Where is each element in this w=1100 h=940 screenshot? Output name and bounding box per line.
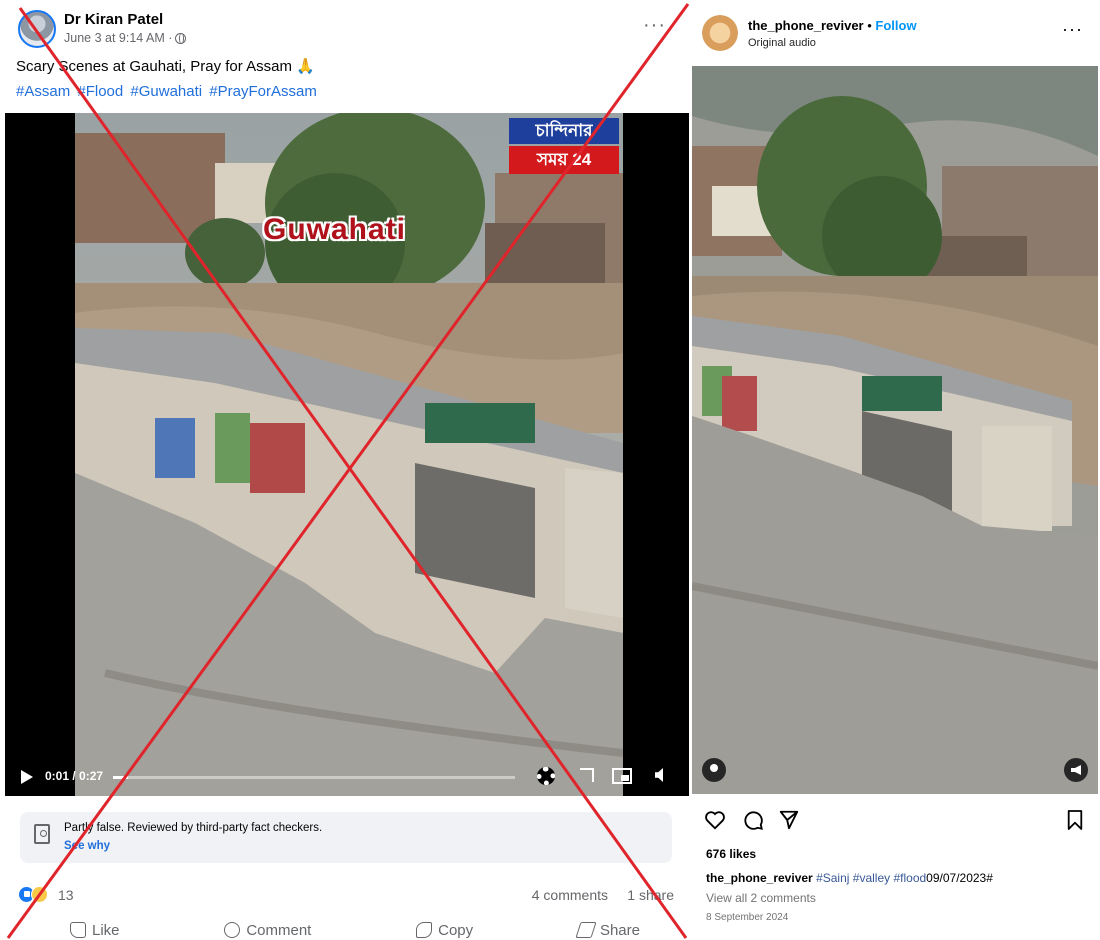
fb-video-frame[interactable]: চান্দিনার সময় 24 Guwahati [75, 113, 623, 796]
picture-in-picture-icon[interactable] [612, 768, 632, 784]
fb-video-player[interactable]: চান্দিনার সময় 24 Guwahati 0:01 / 0:27 [5, 113, 689, 796]
flood-scene-image [692, 66, 1098, 794]
comment-button[interactable]: Comment [184, 918, 341, 940]
ig-post-header: the_phone_reviver • Follow Original audi… [702, 13, 1097, 53]
hashtag-link[interactable]: #Sainj [816, 871, 849, 885]
likes-count[interactable]: 676 likes [706, 847, 756, 861]
share-button[interactable]: Share [538, 918, 670, 940]
comment-bubble-icon [224, 922, 241, 938]
see-why-link[interactable]: See why [64, 840, 110, 852]
video-time: 0:01 / 0:27 [45, 769, 104, 783]
ig-action-bar [704, 809, 1084, 833]
fb-author-name[interactable]: Dr Kiran Patel [64, 11, 163, 28]
bookmark-icon[interactable] [1066, 809, 1084, 831]
follow-button[interactable]: Follow [875, 18, 916, 33]
fb-engagement-stats: 13 4 comments 1 share [18, 884, 678, 906]
share-label: Share [599, 921, 640, 939]
send-icon[interactable] [778, 809, 800, 831]
instagram-post: the_phone_reviver • Follow Original audi… [692, 0, 1100, 940]
shares-count[interactable]: 1 share [627, 887, 674, 903]
comment-label: Comment [246, 921, 312, 939]
copy-button[interactable]: Copy [376, 918, 503, 940]
view-comments-link[interactable]: View all 2 comments [706, 891, 816, 905]
ig-caption: the_phone_reviver #Sainj #valley #flood0… [706, 871, 993, 885]
copy-link-icon [416, 922, 433, 938]
hashtag-link[interactable]: #PrayForAssam [209, 83, 317, 100]
separator-dot: • [867, 18, 872, 33]
sad-reaction-icon [31, 886, 48, 903]
fb-hashtags: #Assam #Flood #Guwahati #PrayForAssam [16, 83, 320, 100]
hashtag-link[interactable]: #Assam [16, 83, 70, 100]
fb-post-caption: Scary Scenes at Gauhati, Pray for Assam … [16, 58, 315, 75]
hashtag-link[interactable]: #valley [853, 871, 890, 885]
ig-author-avatar[interactable] [702, 15, 738, 51]
globe-icon [175, 32, 187, 44]
reactions-count[interactable]: 13 [58, 887, 74, 903]
fb-post-timestamp[interactable]: June 3 at 9:14 AM · [64, 31, 172, 45]
fullscreen-icon[interactable] [580, 768, 594, 782]
hashtag-link[interactable]: #Flood [77, 83, 123, 100]
fact-check-icon [34, 824, 50, 844]
fb-author-avatar[interactable] [18, 10, 56, 48]
fb-post-meta: June 3 at 9:14 AM · [64, 31, 187, 45]
play-icon[interactable] [21, 770, 33, 784]
share-arrow-icon [575, 922, 597, 938]
volume-icon[interactable] [655, 768, 663, 782]
hashtag-link[interactable]: #Guwahati [130, 83, 202, 100]
fact-check-text: Partly false. Reviewed by third-party fa… [64, 822, 323, 834]
thumbs-up-icon [70, 922, 86, 938]
video-progress-fill [113, 776, 128, 779]
badge-top-text: চান্দিনার [509, 118, 619, 144]
settings-gear-icon[interactable] [537, 767, 555, 785]
caption-username[interactable]: the_phone_reviver [706, 871, 813, 885]
more-options-icon[interactable]: ··· [1062, 19, 1083, 40]
comment-icon[interactable] [742, 809, 764, 831]
video-controls: 0:01 / 0:27 [5, 756, 689, 796]
facebook-post: Dr Kiran Patel June 3 at 9:14 AM · ··· S… [0, 0, 690, 940]
channel-badge: চান্দিনার সময় 24 [509, 118, 619, 174]
ig-audio-label[interactable]: Original audio [748, 37, 816, 49]
ig-username[interactable]: the_phone_reviver [748, 18, 864, 33]
badge-bottom-text: সময় 24 [509, 146, 619, 174]
heart-icon[interactable] [704, 809, 726, 831]
video-overlay-title: Guwahati [263, 213, 407, 246]
mute-icon[interactable] [1064, 758, 1088, 782]
tagged-user-icon[interactable] [702, 758, 726, 782]
caption-tail: 09/07/2023# [926, 871, 993, 885]
like-label: Like [92, 921, 120, 939]
fb-post-header: Dr Kiran Patel June 3 at 9:14 AM · ··· [18, 10, 678, 54]
video-progress-bar[interactable] [113, 776, 515, 779]
comments-count[interactable]: 4 comments [532, 887, 608, 903]
hashtag-link[interactable]: #flood [893, 871, 926, 885]
post-date: 8 September 2024 [706, 912, 789, 923]
fb-action-bar: Like Comment Copy Share [30, 918, 670, 940]
like-button[interactable]: Like [30, 918, 150, 940]
ig-username-line: the_phone_reviver • Follow [748, 18, 917, 33]
copy-label: Copy [438, 921, 474, 939]
ig-video[interactable] [692, 66, 1098, 794]
more-options-icon[interactable]: ··· [643, 14, 666, 37]
fact-check-notice: Partly false. Reviewed by third-party fa… [20, 812, 672, 863]
